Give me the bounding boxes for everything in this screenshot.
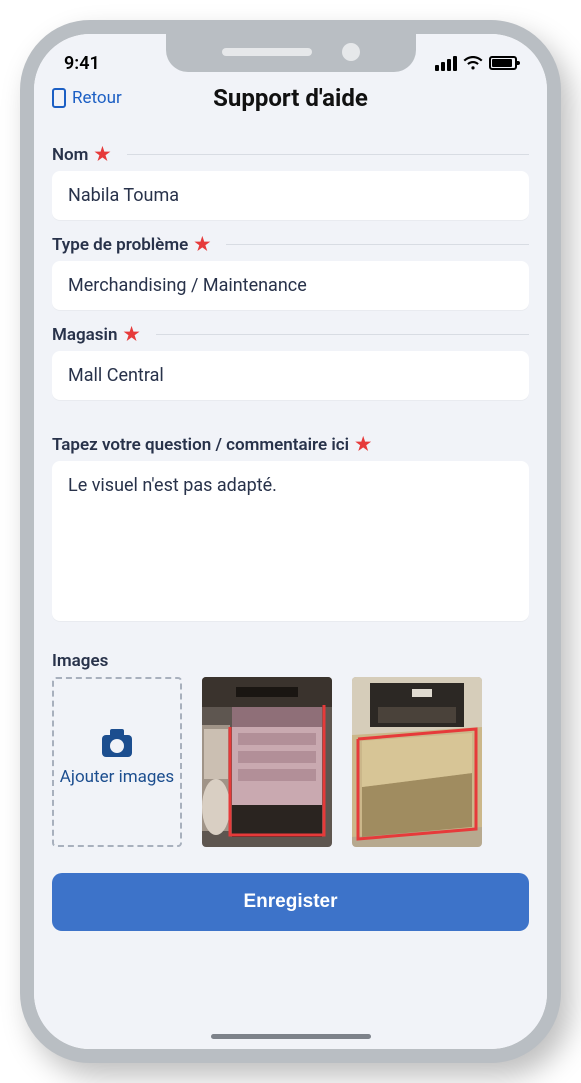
problem-type-select[interactable]: Merchandising / Maintenance xyxy=(52,261,529,310)
field-name: Nom ★ xyxy=(52,144,529,220)
battery-icon xyxy=(489,56,517,70)
label-problem-type: Type de problème ★ xyxy=(52,234,529,261)
back-label: Retour xyxy=(72,88,122,108)
page-header: Retour Support d'aide xyxy=(34,82,547,122)
label-store: Magasin ★ xyxy=(52,324,529,351)
status-indicators xyxy=(435,56,517,71)
images-label: Images xyxy=(52,651,529,671)
label-name: Nom ★ xyxy=(52,144,529,171)
home-indicator[interactable] xyxy=(211,1034,371,1039)
field-store: Magasin ★ Mall Central xyxy=(52,324,529,400)
camera-icon xyxy=(102,735,132,757)
device-icon xyxy=(52,88,66,108)
required-icon: ★ xyxy=(355,434,371,455)
wifi-icon xyxy=(463,56,483,70)
app-screen: 9:41 Retour Support d'aide Nom ★ xyxy=(34,34,547,1049)
store-select[interactable]: Mall Central xyxy=(52,351,529,400)
required-icon: ★ xyxy=(123,324,139,345)
field-problem-type: Type de problème ★ Merchandising / Maint… xyxy=(52,234,529,310)
device-notch xyxy=(166,32,416,72)
phone-frame: 9:41 Retour Support d'aide Nom ★ xyxy=(20,20,561,1063)
field-comment: Tapez votre question / commentaire ici ★ xyxy=(52,434,529,625)
status-time: 9:41 xyxy=(64,53,100,74)
name-input[interactable] xyxy=(52,171,529,220)
cellular-signal-icon xyxy=(435,56,457,71)
image-thumbnail[interactable] xyxy=(202,677,332,847)
required-icon: ★ xyxy=(94,144,110,165)
form-content: Nom ★ Type de problème ★ Merchandising /… xyxy=(34,122,547,1049)
image-thumbnail[interactable] xyxy=(352,677,482,847)
add-image-button[interactable]: Ajouter images xyxy=(52,677,182,847)
required-icon: ★ xyxy=(194,234,210,255)
images-row: Ajouter images xyxy=(52,677,529,847)
add-image-label: Ajouter images xyxy=(60,767,174,788)
label-comment: Tapez votre question / commentaire ici ★ xyxy=(52,434,529,461)
back-button[interactable]: Retour xyxy=(52,88,122,108)
save-button[interactable]: Enregister xyxy=(52,873,529,931)
comment-textarea[interactable] xyxy=(52,461,529,621)
